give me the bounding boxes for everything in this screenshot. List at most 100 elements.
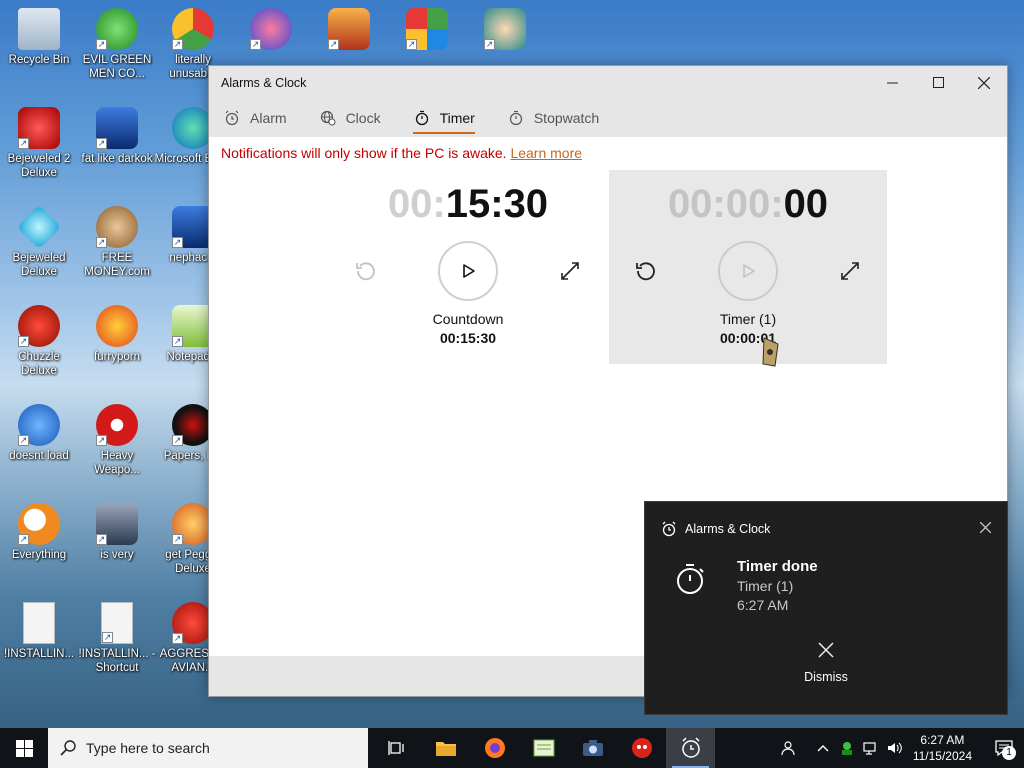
windows-logo-icon: ↗ — [406, 8, 448, 50]
window-title: Alarms & Clock — [221, 75, 307, 90]
action-center-button[interactable]: 1 — [984, 728, 1024, 768]
search-icon — [60, 740, 76, 756]
toast-timer-name: Timer (1) — [737, 578, 794, 594]
tab-stopwatch[interactable]: Stopwatch — [507, 99, 599, 137]
reset-button[interactable] — [354, 259, 378, 283]
toast-time: 6:27 AM — [737, 597, 789, 613]
notice-text: Notifications will only show if the PC i… — [221, 145, 507, 161]
timer-card-timer-1[interactable]: 00:00:00 Timer (1) 00:00:01 — [609, 170, 887, 364]
start-button[interactable] — [0, 728, 48, 768]
windows-logo-icon — [15, 739, 33, 757]
close-button[interactable] — [961, 66, 1007, 99]
close-icon — [978, 76, 990, 89]
timer-controls — [609, 241, 887, 305]
toast-close-button[interactable] — [979, 520, 992, 538]
firefox-icon — [96, 305, 138, 347]
desktop-icon-thunderbird[interactable]: ↗ doesnt load — [0, 404, 78, 463]
desktop-icon-everything[interactable]: ↗ Everything — [0, 503, 78, 562]
mpl-logo-icon: ↗ — [96, 107, 138, 149]
thunderbird-icon: ↗ — [18, 404, 60, 446]
timer-icon — [413, 109, 431, 127]
timer-small-time: 00:00:01 — [719, 330, 777, 346]
recycle-bin-icon — [18, 8, 60, 50]
toast-header: Alarms & Clock — [645, 502, 1007, 538]
tab-timer[interactable]: Timer — [412, 99, 476, 137]
taskbar-game-app[interactable] — [617, 728, 666, 768]
minimize-button[interactable] — [869, 66, 915, 99]
reset-button[interactable] — [634, 259, 658, 283]
show-hidden-icons-button[interactable] — [811, 728, 835, 768]
dismiss-label: Dismiss — [804, 670, 848, 684]
toast-app-name: Alarms & Clock — [685, 522, 771, 536]
people-button[interactable] — [777, 728, 801, 768]
green-men-icon: ↗ — [96, 8, 138, 50]
desktop-icon-fat-like-darkok[interactable]: ↗ fat like darkok — [78, 107, 156, 166]
network-button[interactable] — [859, 728, 883, 768]
close-icon — [979, 521, 992, 534]
desktop-icon-furryporn[interactable]: furryporn — [78, 305, 156, 364]
stopwatch-icon — [507, 109, 525, 127]
folder-icon — [435, 742, 456, 756]
tab-clock[interactable]: Clock — [319, 99, 381, 137]
taskbar-search-box[interactable]: Type here to search — [48, 728, 368, 768]
learn-more-link[interactable]: Learn more — [510, 145, 582, 161]
taskbar-firefox[interactable] — [470, 728, 519, 768]
taskbar-camera[interactable] — [568, 728, 617, 768]
clock-date: 11/15/2024 — [912, 749, 972, 763]
desktop-icon-peggle-nights[interactable]: ↗ — [232, 8, 310, 65]
timer-name: Countdown — [432, 311, 504, 327]
volume-button[interactable] — [883, 728, 907, 768]
chrome-icon: ↗ — [172, 8, 214, 50]
desktop-icon-evil-green-men[interactable]: ↗ EVIL GREEN MEN CO... — [78, 8, 156, 81]
desktop-icon-bejeweled[interactable]: Bejeweled Deluxe — [0, 204, 78, 279]
dismiss-icon — [818, 642, 834, 658]
cursor-sprite-icon — [762, 337, 779, 367]
game-box-icon: ↗ — [328, 8, 370, 50]
task-view-icon — [387, 741, 404, 755]
desktop-icon-installing[interactable]: !INSTALLIN... — [0, 602, 78, 661]
desktop-icon-recycle-bin[interactable]: Recycle Bin — [0, 8, 78, 67]
toast-title: Timer done — [737, 558, 818, 575]
network-icon — [863, 742, 876, 755]
desktop-icon-heavy-weapon[interactable]: ↗ Heavy Weapo... — [78, 404, 156, 477]
play-button[interactable] — [438, 241, 498, 301]
maximize-button[interactable] — [915, 66, 961, 99]
toast-notification: Alarms & Clock Timer done Timer (1) 6:27… — [644, 501, 1008, 715]
tray-app-button[interactable] — [835, 728, 859, 768]
task-view-button[interactable] — [372, 728, 421, 768]
timer-card-countdown[interactable]: 00:15:30 Countdown 00:15:30 — [329, 170, 607, 364]
expand-icon — [561, 262, 579, 280]
taskbar-clock[interactable]: 6:27 AM 11/15/2024 — [907, 732, 984, 764]
desktop-icon-installing-shortcut[interactable]: ↗ !INSTALLIN... - Shortcut — [78, 602, 156, 675]
desktop-icon-folder-game[interactable]: ↗ — [310, 8, 388, 65]
globe-icon — [319, 109, 337, 127]
toast-body: Timer done Timer (1) 6:27 AM — [645, 538, 1007, 613]
expand-button[interactable] — [558, 259, 582, 283]
window-controls — [869, 66, 1007, 99]
green-men-icon — [841, 742, 852, 755]
desktop-icon-is-very[interactable]: ↗ is very — [78, 503, 156, 562]
notepad-icon — [533, 739, 554, 757]
taskbar-file-explorer[interactable] — [421, 728, 470, 768]
camera-icon — [582, 740, 603, 756]
desktop-icon-free-money[interactable]: ↗ FREE MONEY.com — [78, 206, 156, 279]
expand-button[interactable] — [838, 259, 862, 283]
desktop-icon-pixel-character[interactable]: ↗ — [466, 8, 544, 65]
taskbar-alarms-clock[interactable] — [666, 728, 715, 768]
desktop-icon-bejeweled-2[interactable]: ↗ Bejeweled 2 Deluxe — [0, 107, 78, 180]
timer-name: Timer (1) — [719, 311, 777, 327]
peggle-icon: ↗ — [250, 8, 292, 50]
text-file-icon: ↗ — [101, 602, 133, 644]
timer-controls — [329, 241, 607, 305]
play-button[interactable] — [718, 241, 778, 301]
taskbar-notepad[interactable] — [519, 728, 568, 768]
reset-icon — [356, 262, 375, 281]
mpl-shield-icon: ↗ — [96, 503, 138, 545]
tab-alarm[interactable]: Alarm — [223, 99, 287, 137]
desktop-icon-chuzzle[interactable]: ↗ Chuzzle Deluxe — [0, 305, 78, 378]
title-bar[interactable]: Alarms & Clock — [209, 66, 1007, 99]
money-bag-icon: ↗ — [96, 206, 138, 248]
dismiss-button[interactable]: Dismiss — [645, 642, 1007, 684]
alarm-clock-icon — [681, 737, 700, 758]
desktop-icon-windows[interactable]: ↗ — [388, 8, 466, 65]
